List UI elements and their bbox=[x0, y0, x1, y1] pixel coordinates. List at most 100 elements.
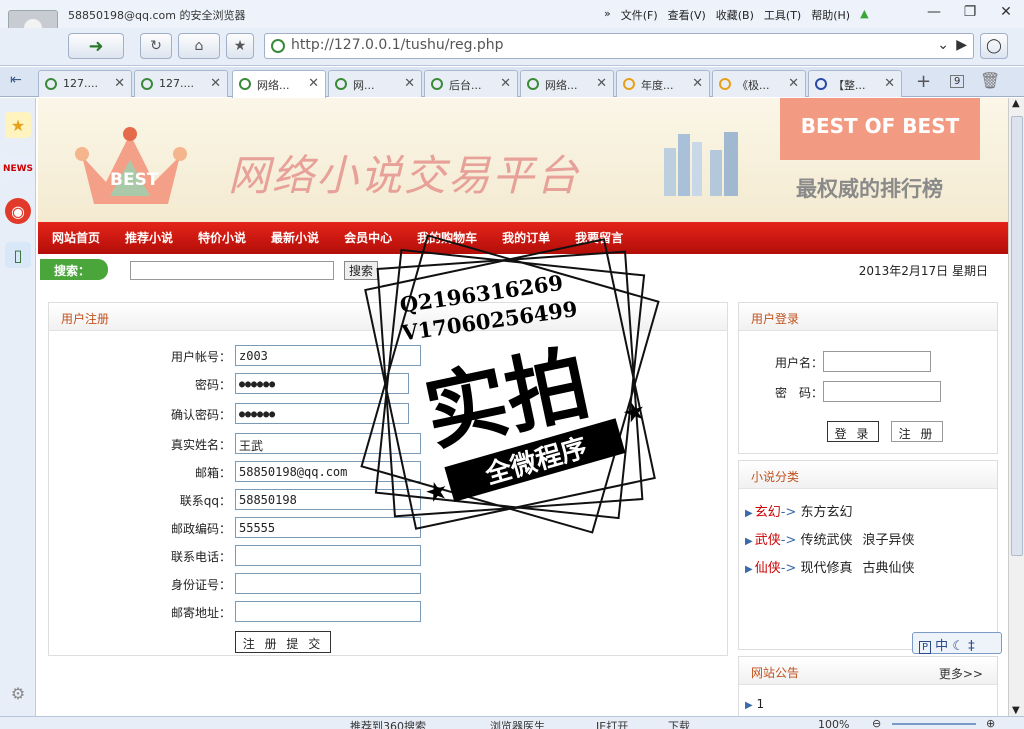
subcategory-link[interactable]: 现代修真 bbox=[800, 561, 852, 576]
subcategory-link[interactable]: 传统武侠 bbox=[800, 533, 852, 548]
moon-icon[interactable]: ☾ bbox=[952, 639, 964, 654]
phone-input[interactable] bbox=[235, 545, 421, 566]
menu-view[interactable]: 查看(V) bbox=[668, 7, 706, 23]
category-link[interactable]: 武侠 bbox=[755, 533, 781, 548]
close-tab-icon[interactable]: ✕ bbox=[500, 76, 511, 91]
tab-8[interactable]: 《极... ✕ bbox=[712, 70, 806, 97]
confirm-password-input[interactable]: ●●●●●● bbox=[235, 403, 409, 424]
tab-5[interactable]: 后台... ✕ bbox=[424, 70, 518, 97]
close-tab-icon[interactable]: ✕ bbox=[692, 76, 703, 91]
favorite-star-button[interactable]: ★ bbox=[226, 33, 254, 59]
menu-help[interactable]: 帮助(H) bbox=[811, 7, 850, 23]
minimize-button[interactable]: — bbox=[916, 0, 952, 24]
nav-recommended[interactable]: 推荐小说 bbox=[125, 222, 173, 254]
tab-6[interactable]: 网络... ✕ bbox=[520, 70, 614, 97]
scrollbar-thumb[interactable] bbox=[1011, 116, 1023, 556]
category-link[interactable]: 玄幻 bbox=[755, 505, 781, 520]
trash-icon[interactable]: 🗑 bbox=[980, 71, 1000, 90]
nav-newest[interactable]: 最新小说 bbox=[271, 222, 319, 254]
register-submit-button[interactable]: 注 册 提 交 bbox=[235, 631, 331, 653]
back-forward-button[interactable]: ➜ bbox=[68, 33, 124, 59]
ime-mode[interactable]: 中 bbox=[935, 639, 948, 654]
search-input[interactable] bbox=[130, 261, 334, 280]
close-tab-icon[interactable]: ✕ bbox=[308, 76, 319, 91]
chevron-down-icon[interactable]: ⌄ bbox=[937, 37, 949, 53]
menu-overflow-icon[interactable]: » bbox=[604, 7, 611, 23]
sidebar-toggle-icon[interactable]: ⇤ bbox=[10, 72, 22, 88]
login-username-input[interactable] bbox=[823, 351, 931, 372]
tab-count-badge[interactable]: 9 bbox=[950, 75, 965, 88]
mobile-icon[interactable]: ▯ bbox=[5, 242, 31, 268]
punct-icon[interactable]: ‡ bbox=[968, 639, 975, 654]
menu-favorites[interactable]: 收藏(B) bbox=[716, 7, 754, 23]
new-tab-icon[interactable]: + bbox=[916, 71, 931, 92]
news-icon[interactable]: NEWS bbox=[3, 156, 33, 182]
tab-4[interactable]: 网... ✕ bbox=[328, 70, 422, 97]
close-tab-icon[interactable]: ✕ bbox=[884, 76, 895, 91]
menu-tools[interactable]: 工具(T) bbox=[764, 7, 801, 23]
tab-9[interactable]: 【整... ✕ bbox=[808, 70, 902, 97]
nav-home[interactable]: 网站首页 bbox=[52, 222, 100, 254]
notice-more-link[interactable]: 更多>> bbox=[939, 665, 983, 682]
login-button[interactable]: 登 录 bbox=[827, 421, 879, 442]
restore-button[interactable]: ❐ bbox=[952, 0, 988, 24]
tab-7[interactable]: 年度... ✕ bbox=[616, 70, 710, 97]
nav-member-center[interactable]: 会员中心 bbox=[344, 222, 392, 254]
recommend-360-item[interactable]: 推荐到360搜索 bbox=[350, 718, 426, 729]
close-window-button[interactable]: ✕ bbox=[988, 0, 1024, 24]
account-input[interactable]: z003 bbox=[235, 345, 421, 366]
ime-toolbar[interactable]: P 中 ☾ ‡ bbox=[912, 632, 1002, 654]
vertical-scrollbar[interactable]: ▲ ▼ bbox=[1008, 98, 1024, 716]
ie-open-item[interactable]: IE打开 bbox=[596, 718, 628, 729]
mailing-address-input[interactable] bbox=[235, 601, 421, 622]
postcode-input[interactable]: 55555 bbox=[235, 517, 421, 538]
nav-message[interactable]: 我要留言 bbox=[575, 222, 623, 254]
shield-button[interactable]: ◯ bbox=[980, 33, 1008, 59]
subcategory-link[interactable]: 东方玄幻 bbox=[800, 505, 852, 520]
address-bar[interactable]: http://127.0.0.1/tushu/reg.php ⌄ ▶ bbox=[264, 33, 974, 59]
address-text[interactable]: http://127.0.0.1/tushu/reg.php bbox=[291, 37, 504, 53]
login-password-input[interactable] bbox=[823, 381, 941, 402]
zoom-slider[interactable] bbox=[892, 723, 976, 725]
close-tab-icon[interactable]: ✕ bbox=[114, 76, 125, 91]
nav-cart[interactable]: 我的购物车 bbox=[417, 222, 477, 254]
nav-special-price[interactable]: 特价小说 bbox=[198, 222, 246, 254]
shirt-icon[interactable]: ▲ bbox=[860, 7, 868, 23]
notice-item-text[interactable]: 1 bbox=[757, 697, 765, 711]
scroll-down-icon[interactable]: ▼ bbox=[1012, 705, 1020, 716]
weibo-icon[interactable]: ◉ bbox=[5, 198, 31, 224]
browser-doctor-item[interactable]: 浏览器医生 bbox=[490, 718, 545, 729]
subcategory-link[interactable]: 古典仙侠 bbox=[862, 561, 914, 576]
zoom-out-icon[interactable]: ⊖ bbox=[872, 717, 881, 729]
tab-2[interactable]: 127.... ✕ bbox=[134, 70, 228, 97]
download-item[interactable]: 下载 bbox=[668, 718, 690, 729]
password-input[interactable]: ●●●●●● bbox=[235, 373, 409, 394]
search-button[interactable]: 搜索 bbox=[344, 261, 378, 280]
qq-input[interactable]: 58850198 bbox=[235, 489, 421, 510]
login-register-button[interactable]: 注 册 bbox=[891, 421, 943, 442]
close-tab-icon[interactable]: ✕ bbox=[596, 76, 607, 91]
zoom-level[interactable]: 100% bbox=[818, 718, 849, 729]
category-link[interactable]: 仙侠 bbox=[755, 561, 781, 576]
scroll-up-icon[interactable]: ▲ bbox=[1012, 98, 1020, 109]
close-tab-icon[interactable]: ✕ bbox=[788, 76, 799, 91]
close-tab-icon[interactable]: ✕ bbox=[404, 76, 415, 91]
real-name-input[interactable]: 王武 bbox=[235, 433, 421, 454]
categories-panel: 小说分类 ▶ 玄幻-> 东方玄幻 ▶ 武侠-> 传统武侠 浪子异侠 ▶ 仙侠-> 现代修… bbox=[738, 460, 998, 650]
nav-orders[interactable]: 我的订单 bbox=[502, 222, 550, 254]
zoom-in-icon[interactable]: ⊕ bbox=[986, 717, 995, 729]
menu-file[interactable]: 文件(F) bbox=[621, 7, 658, 23]
email-input[interactable]: 58850198@qq.com bbox=[235, 461, 421, 482]
close-tab-icon[interactable]: ✕ bbox=[210, 76, 221, 91]
favorites-star-icon[interactable]: ★ bbox=[5, 112, 31, 138]
settings-gear-icon[interactable]: ⚙ bbox=[5, 680, 31, 706]
tab-1[interactable]: 127.... ✕ bbox=[38, 70, 132, 97]
refresh-button[interactable]: ↻ bbox=[140, 33, 172, 59]
id-number-input[interactable] bbox=[235, 573, 421, 594]
subcategory-link[interactable]: 浪子异侠 bbox=[862, 533, 914, 548]
tab-label: 年度... bbox=[641, 79, 674, 92]
tab-3-active[interactable]: 网络... ✕ bbox=[232, 70, 326, 98]
back-arrow-icon[interactable]: ➜ bbox=[88, 36, 103, 57]
go-arrow-icon[interactable]: ▶ bbox=[956, 37, 967, 53]
home-button[interactable]: ⌂ bbox=[178, 33, 220, 59]
